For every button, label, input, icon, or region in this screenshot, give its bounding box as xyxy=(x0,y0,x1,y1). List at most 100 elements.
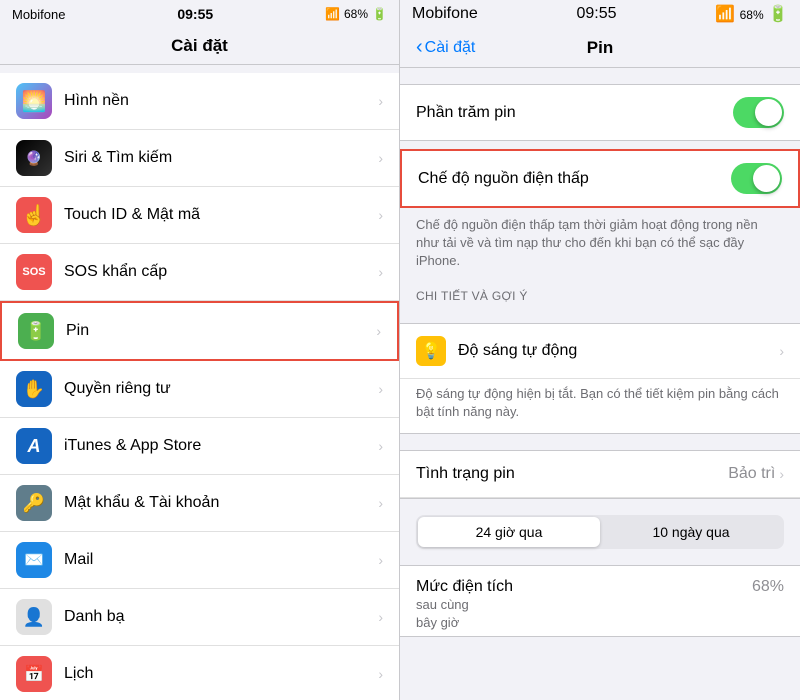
wallpaper-icon: 🌅 xyxy=(16,83,52,119)
right-carrier: Mobifone xyxy=(412,5,478,23)
matkhau-label: Mật khẩu & Tài khoản xyxy=(64,494,378,512)
tinhtrang-value: Bảo trì xyxy=(728,465,775,483)
time-tabs: 24 giờ qua 10 ngày qua xyxy=(416,515,784,549)
dosang-row[interactable]: 💡 Độ sáng tự động › xyxy=(400,324,800,379)
settings-item-privacy[interactable]: ✋ Quyền riêng tư › xyxy=(0,361,399,418)
mucdientich-section: 68% Mức điện tích sau cùng bây giờ xyxy=(400,565,800,637)
dosang-icon: 💡 xyxy=(416,336,446,366)
right-battery-icon: 🔋 xyxy=(768,6,788,23)
settings-item-matkhau[interactable]: 🔑 Mật khẩu & Tài khoản › xyxy=(0,475,399,532)
matkhau-icon: 🔑 xyxy=(16,485,52,521)
touchid-chevron: › xyxy=(378,207,383,223)
right-time: 09:55 xyxy=(577,5,617,23)
right-panel: Mobifone 09:55 📶 68% 🔋 ‹ Cài đặt Pin Phầ… xyxy=(400,0,800,700)
chedo-row[interactable]: Chế độ nguồn điện thấp xyxy=(402,151,798,206)
battery-text: 68% xyxy=(344,7,368,21)
phantram-row[interactable]: Phần trăm pin xyxy=(400,85,800,140)
chedo-description: Chế độ nguồn điện thấp tạm thời giảm hoạ… xyxy=(400,208,800,283)
phantram-label: Phần trăm pin xyxy=(416,104,733,122)
sos-icon: SOS xyxy=(16,254,52,290)
siri-chevron: › xyxy=(378,150,383,166)
phantram-toggle-thumb xyxy=(755,99,782,126)
tinhtrang-section: Tình trạng pin Bảo trì › xyxy=(400,450,800,499)
settings-item-danhba[interactable]: 👤 Danh bạ › xyxy=(0,589,399,646)
right-content: Phần trăm pin Chế độ nguồn điện thấp Chế… xyxy=(400,68,800,700)
siri-icon: 🔮 xyxy=(16,140,52,176)
tab-24h[interactable]: 24 giờ qua xyxy=(418,517,600,547)
mucdientich-row: 68% Mức điện tích sau cùng bây giờ xyxy=(400,566,800,636)
dosang-chevron: › xyxy=(779,343,784,359)
settings-item-lich[interactable]: 📅 Lịch › xyxy=(0,646,399,700)
pin-icon: 🔋 xyxy=(18,313,54,349)
tab-10days[interactable]: 10 ngày qua xyxy=(600,517,782,547)
wifi-icon: 📶 xyxy=(325,7,340,21)
danhba-label: Danh bạ xyxy=(64,608,378,626)
dosang-section: 💡 Độ sáng tự động › Độ sáng tự động hiện… xyxy=(400,323,800,434)
mucdientich-sublabel: sau cùng xyxy=(416,597,469,612)
phantram-section: Phần trăm pin xyxy=(400,84,800,141)
right-nav-title: Pin xyxy=(587,38,613,58)
left-status-bar: Mobifone 09:55 📶 68% 🔋 xyxy=(0,0,399,28)
left-panel: Mobifone 09:55 📶 68% 🔋 Cài đặt 🌅 Hình nề… xyxy=(0,0,400,700)
chedo-toggle[interactable] xyxy=(731,163,782,194)
right-indicators: 📶 68% 🔋 xyxy=(715,4,788,24)
dosang-label: Độ sáng tự động xyxy=(458,342,779,360)
chedo-section-wrapper: Chế độ nguồn điện thấp Chế độ nguồn điện… xyxy=(400,149,800,283)
phantram-toggle[interactable] xyxy=(733,97,784,128)
mail-chevron: › xyxy=(378,552,383,568)
mail-label: Mail xyxy=(64,551,378,569)
settings-item-siri[interactable]: 🔮 Siri & Tìm kiếm › xyxy=(0,130,399,187)
right-wifi-icon: 📶 xyxy=(715,6,735,23)
battery-icon: 🔋 xyxy=(372,7,387,21)
itunes-label: iTunes & App Store xyxy=(64,437,378,455)
sos-chevron: › xyxy=(378,264,383,280)
settings-section-main: 🌅 Hình nền › 🔮 Siri & Tìm kiếm › ☝️ Touc… xyxy=(0,73,399,700)
lich-chevron: › xyxy=(378,666,383,682)
chedo-section: Chế độ nguồn điện thấp xyxy=(400,149,800,208)
danhba-chevron: › xyxy=(378,609,383,625)
left-nav-title: Cài đặt xyxy=(171,36,228,55)
chedo-toggle-thumb xyxy=(753,165,780,192)
pin-chevron: › xyxy=(376,323,381,339)
settings-item-itunes[interactable]: A iTunes & App Store › xyxy=(0,418,399,475)
mucdientich-sublabel2: bây giờ xyxy=(416,615,459,630)
matkhau-chevron: › xyxy=(378,495,383,511)
siri-label: Siri & Tìm kiếm xyxy=(64,149,378,167)
settings-item-sos[interactable]: SOS SOS khẩn cấp › xyxy=(0,244,399,301)
chitiet-header: CHI TIẾT VÀ GỢI Ý xyxy=(400,283,800,307)
back-label: Cài đặt xyxy=(425,39,476,57)
mucdientich-label: Mức điện tích xyxy=(416,578,513,595)
itunes-icon: A xyxy=(16,428,52,464)
right-nav-bar: ‹ Cài đặt Pin xyxy=(400,28,800,68)
tinhtrang-row[interactable]: Tình trạng pin Bảo trì › xyxy=(400,451,800,498)
left-indicators: 📶 68% 🔋 xyxy=(325,7,387,21)
hinh-nen-chevron: › xyxy=(378,93,383,109)
itunes-chevron: › xyxy=(378,438,383,454)
tinhtrang-label: Tình trạng pin xyxy=(416,465,728,483)
danhba-icon: 👤 xyxy=(16,599,52,635)
left-time: 09:55 xyxy=(177,6,213,22)
touchid-label: Touch ID & Mật mã xyxy=(64,206,378,224)
lich-icon: 📅 xyxy=(16,656,52,692)
mucdientich-value: 68% xyxy=(752,578,784,596)
back-chevron-icon: ‹ xyxy=(416,36,423,59)
settings-item-mail[interactable]: ✉️ Mail › xyxy=(0,532,399,589)
left-carrier: Mobifone xyxy=(12,7,65,22)
chedo-label: Chế độ nguồn điện thấp xyxy=(418,170,731,188)
lich-label: Lịch xyxy=(64,665,378,683)
touchid-icon: ☝️ xyxy=(16,197,52,233)
right-battery-text: 68% xyxy=(740,8,764,22)
left-nav-bar: Cài đặt xyxy=(0,28,399,65)
settings-item-pin[interactable]: 🔋 Pin › xyxy=(0,301,399,361)
settings-item-hinh-nen[interactable]: 🌅 Hình nền › xyxy=(0,73,399,130)
right-status-bar: Mobifone 09:55 📶 68% 🔋 xyxy=(400,0,800,28)
privacy-chevron: › xyxy=(378,381,383,397)
dosang-description: Độ sáng tự động hiện bị tắt. Bạn có thể … xyxy=(400,379,800,433)
settings-list: 🌅 Hình nền › 🔮 Siri & Tìm kiếm › ☝️ Touc… xyxy=(0,65,399,700)
settings-item-touchid[interactable]: ☝️ Touch ID & Mật mã › xyxy=(0,187,399,244)
back-button[interactable]: ‹ Cài đặt xyxy=(416,36,475,59)
tinhtrang-chevron: › xyxy=(779,466,784,482)
privacy-icon: ✋ xyxy=(16,371,52,407)
mail-icon: ✉️ xyxy=(16,542,52,578)
hinh-nen-label: Hình nền xyxy=(64,92,378,110)
